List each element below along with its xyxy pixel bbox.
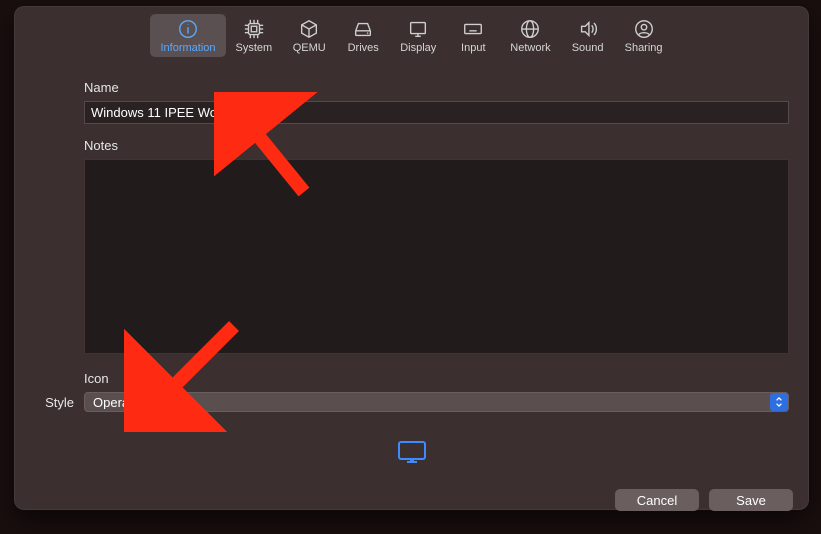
sound-icon [577, 18, 599, 40]
tab-label: Drives [348, 42, 379, 54]
tab-label: Display [400, 42, 436, 54]
content-area: Name Notes Icon Style Operating System [14, 62, 809, 479]
tab-sound[interactable]: Sound [561, 14, 615, 57]
cancel-button[interactable]: Cancel [615, 489, 699, 511]
style-select[interactable]: Operating System [84, 392, 789, 412]
name-label: Name [34, 80, 789, 95]
tab-label: Sharing [625, 42, 663, 54]
tab-system[interactable]: System [226, 14, 283, 57]
settings-window: Information System QEMU Drives Display [14, 6, 809, 510]
footer: Cancel Save [14, 479, 809, 525]
tab-sharing[interactable]: Sharing [615, 14, 673, 57]
notes-textarea[interactable] [84, 159, 789, 354]
tab-input[interactable]: Input [446, 14, 500, 57]
tab-label: System [236, 42, 273, 54]
display-icon [407, 18, 429, 40]
tab-qemu[interactable]: QEMU [282, 14, 336, 57]
keyboard-icon [462, 18, 484, 40]
tab-network[interactable]: Network [500, 14, 560, 57]
icon-label: Icon [34, 371, 789, 386]
tab-label: QEMU [293, 42, 326, 54]
notes-label: Notes [34, 138, 789, 153]
toolbar: Information System QEMU Drives Display [14, 6, 809, 62]
tab-label: Sound [572, 42, 604, 54]
tab-display[interactable]: Display [390, 14, 446, 57]
tab-label: Input [461, 42, 485, 54]
tab-information[interactable]: Information [150, 14, 225, 57]
cube-icon [298, 18, 320, 40]
chip-icon [243, 18, 265, 40]
person-icon [633, 18, 655, 40]
tab-label: Information [160, 42, 215, 54]
style-label: Style [34, 395, 74, 410]
name-input[interactable] [84, 101, 789, 124]
tab-drives[interactable]: Drives [336, 14, 390, 57]
info-icon [177, 18, 199, 40]
monitor-icon [397, 440, 427, 469]
drive-icon [352, 18, 374, 40]
tab-label: Network [510, 42, 550, 54]
globe-icon [519, 18, 541, 40]
save-button[interactable]: Save [709, 489, 793, 511]
